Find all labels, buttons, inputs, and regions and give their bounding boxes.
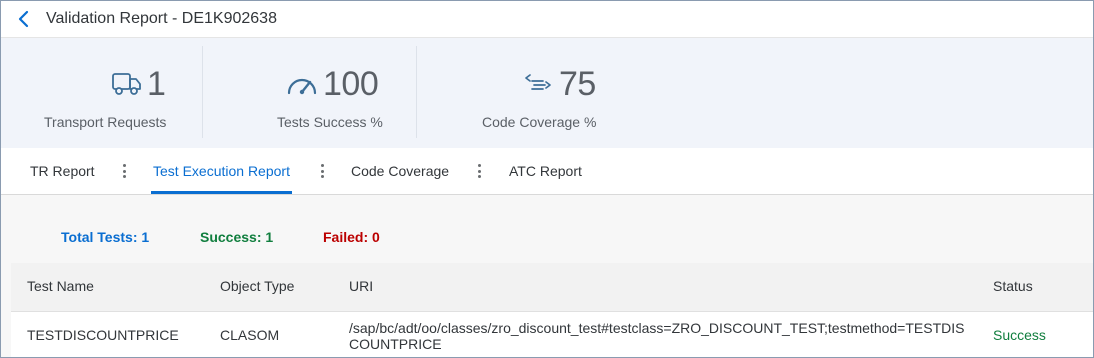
kpi-value: 75: [559, 65, 596, 103]
speedometer-icon: [287, 78, 317, 95]
cell-status: Success: [993, 327, 1046, 343]
total-tests-count: Total Tests: 1: [61, 229, 150, 245]
table-row[interactable]: TESTDISCOUNTPRICE CLASOM /sap/bc/adt/oo/…: [11, 312, 1093, 357]
tab-overflow-icon[interactable]: [318, 162, 326, 180]
back-button[interactable]: [13, 8, 35, 30]
kpi-tests-success: 100 Tests Success %: [203, 38, 415, 148]
tab-atc-report[interactable]: ATC Report: [509, 148, 582, 194]
kpi-header: 1 Transport Requests 100 Tests Success %: [1, 38, 1093, 148]
page-title: Validation Report - DE1K902638: [46, 10, 277, 27]
chevron-left-icon: [18, 10, 29, 28]
column-header-uri[interactable]: URI: [349, 278, 373, 294]
kpi-transport-requests: 1 Transport Requests: [1, 38, 201, 148]
kpi-label: Transport Requests: [44, 114, 167, 130]
tab-overflow-icon[interactable]: [120, 162, 128, 180]
code-coverage-icon: [525, 74, 551, 90]
column-header-test-name[interactable]: Test Name: [27, 278, 94, 294]
truck-icon: [112, 73, 141, 95]
report-tabs: TR Report Test Execution Report Code Cov…: [1, 148, 1093, 195]
kpi-label: Code Coverage %: [482, 114, 597, 130]
cell-test-name: TESTDISCOUNTPRICE: [27, 327, 179, 343]
validation-report-page: Validation Report - DE1K902638 1 Transpo…: [0, 0, 1094, 358]
tab-tr-report[interactable]: TR Report: [30, 148, 95, 194]
kpi-value: 100: [323, 65, 379, 103]
cell-uri-line: /sap/bc/adt/oo/classes/zro_discount_test…: [349, 320, 965, 336]
kpi-code-coverage: 75 Code Coverage %: [417, 38, 637, 148]
cell-uri: /sap/bc/adt/oo/classes/zro_discount_test…: [349, 320, 979, 352]
cell-uri-line: COUNTPRICE: [349, 336, 442, 352]
column-header-status[interactable]: Status: [993, 278, 1033, 294]
kpi-value: 1: [147, 65, 166, 103]
kpi-label: Tests Success %: [277, 114, 383, 130]
tab-test-execution-report[interactable]: Test Execution Report: [151, 148, 292, 194]
tab-overflow-icon[interactable]: [475, 162, 483, 180]
column-header-object-type[interactable]: Object Type: [220, 278, 294, 294]
tab-code-coverage[interactable]: Code Coverage: [351, 148, 449, 194]
title-bar: Validation Report - DE1K902638: [1, 1, 1093, 38]
table-header: Test Name Object Type URI Status: [11, 263, 1093, 312]
cell-object-type: CLASOM: [220, 327, 280, 343]
failed-count: Failed: 0: [323, 229, 380, 245]
success-count: Success: 1: [200, 229, 274, 245]
